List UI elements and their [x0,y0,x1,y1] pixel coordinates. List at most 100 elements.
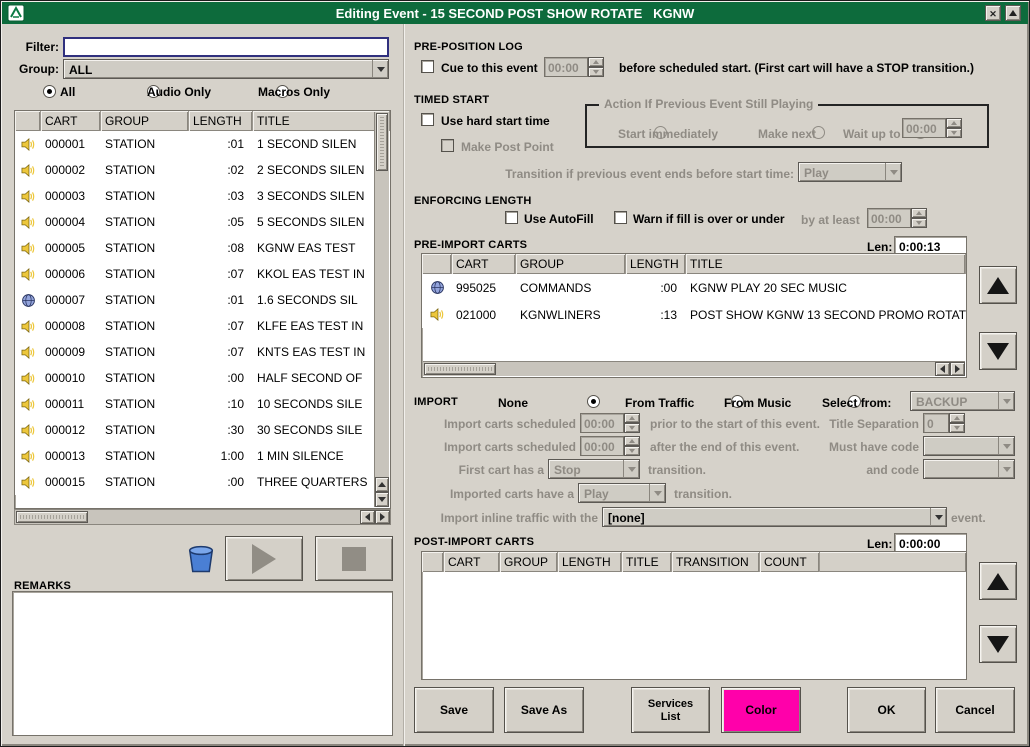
pre-import-move-down-button[interactable] [979,332,1017,370]
scrollbar-track[interactable] [375,172,389,477]
table-row[interactable]: 000015STATION:00THREE QUARTERS [15,469,390,495]
table-row[interactable]: 000005STATION:08KGNW EAS TEST [15,235,390,261]
imported-carts-transition-select[interactable]: Play [578,483,666,503]
scrollbar-track[interactable] [497,362,935,376]
maximize-button[interactable] [1005,5,1021,21]
table-row[interactable]: 995025COMMANDS:00KGNW PLAY 20 SEC MUSIC [422,274,966,301]
column-header[interactable]: GROUP [101,111,189,131]
cue-to-event-checkbox[interactable] [421,60,434,73]
scroll-right-button[interactable] [950,362,965,376]
post-import-move-down-button[interactable] [979,625,1017,663]
select-from-select[interactable]: BACKUP [910,391,1015,411]
must-have-code-select[interactable] [923,436,1015,456]
scroll-down-button[interactable] [375,492,389,507]
column-header[interactable]: CART [41,111,101,131]
scrollbar-thumb[interactable] [16,511,88,523]
column-header[interactable]: TITLE [253,111,390,131]
scrollbar-thumb[interactable] [376,113,388,171]
table-row[interactable]: 000008STATION:07KLFE EAS TEST IN [15,313,390,339]
scrollbar-track[interactable] [89,510,360,524]
table-row[interactable]: 000001STATION:011 SECOND SILEN [15,131,390,157]
column-header[interactable]: TITLE [622,552,672,572]
spin-up-button[interactable] [911,208,927,218]
make-post-point-checkbox[interactable] [441,139,454,152]
table-row[interactable]: 000006STATION:07KKOL EAS TEST IN [15,261,390,287]
pre-import-horizontal-scrollbar[interactable] [423,361,965,376]
spin-up-button[interactable] [946,118,962,128]
table-row[interactable]: 000012STATION:3030 SECONDS SILE [15,417,390,443]
scroll-right-button[interactable] [375,510,390,524]
inline-traffic-select[interactable]: [none] [602,507,947,527]
column-header[interactable]: GROUP [516,254,626,274]
color-button[interactable]: Color [721,687,801,733]
spin-down-button[interactable] [624,423,640,433]
column-header[interactable] [422,254,452,274]
remarks-textarea[interactable] [12,591,393,736]
table-row[interactable]: 000009STATION:07KNTS EAS TEST IN [15,339,390,365]
filter-input[interactable] [63,37,389,57]
services-list-button[interactable]: ServicesList [631,687,710,733]
column-header[interactable]: LENGTH [558,552,622,572]
table-row[interactable]: 021000KGNWLINERS:13POST SHOW KGNW 13 SEC… [422,301,966,328]
spin-up-button[interactable] [624,413,640,423]
table-row[interactable]: 000011STATION:1010 SECONDS SILE [15,391,390,417]
pre-import-move-up-button[interactable] [979,266,1017,304]
column-header[interactable]: CART [444,552,500,572]
table-row[interactable]: 000003STATION:033 SECONDS SILEN [15,183,390,209]
radio-import-none[interactable] [587,395,600,408]
spin-down-button[interactable] [588,67,604,77]
column-header[interactable]: LENGTH [626,254,686,274]
wait-time-spinner[interactable]: 00:00 [902,118,962,138]
column-header[interactable] [422,552,444,572]
first-cart-transition-select[interactable]: Stop [548,459,640,479]
column-header[interactable]: LENGTH [189,111,253,131]
scroll-left-button[interactable] [360,510,375,524]
column-header[interactable]: CART [452,254,516,274]
library-vertical-scrollbar[interactable] [374,112,389,507]
transition-if-previous-select[interactable]: Play [798,162,902,182]
table-row[interactable]: 000004STATION:055 SECONDS SILEN [15,209,390,235]
table-row[interactable]: 000010STATION:00HALF SECOND OF [15,365,390,391]
warn-fill-checkbox[interactable] [614,211,627,224]
save-button[interactable]: Save [414,687,494,733]
title-separation-spinner[interactable]: 0 [923,413,965,433]
table-row[interactable]: 000002STATION:022 SECONDS SILEN [15,157,390,183]
spin-up-button[interactable] [624,436,640,446]
column-header[interactable]: COUNT [760,552,820,572]
column-header[interactable] [15,111,41,131]
cancel-button[interactable]: Cancel [935,687,1015,733]
stop-button[interactable] [315,536,393,581]
and-code-select[interactable] [923,459,1015,479]
group-select[interactable]: ALL [63,59,389,79]
close-button[interactable] [985,5,1001,21]
post-import-move-up-button[interactable] [979,562,1017,600]
column-header[interactable]: TRANSITION [672,552,760,572]
warn-time-spinner[interactable]: 00:00 [867,208,927,228]
play-button[interactable] [225,536,303,581]
spin-up-button[interactable] [949,413,965,423]
post-import-len-field[interactable]: 0:00:00 [894,533,967,552]
library-horizontal-scrollbar[interactable] [14,509,391,525]
ok-button[interactable]: OK [847,687,926,733]
use-autofill-checkbox[interactable] [505,211,518,224]
column-header[interactable]: TITLE [686,254,966,274]
spin-down-button[interactable] [949,423,965,433]
sched-after-spinner[interactable]: 00:00 [580,436,640,456]
titlebar[interactable]: Editing Event - 15 SECOND POST SHOW ROTA… [2,2,1028,24]
column-header[interactable]: GROUP [500,552,558,572]
table-row[interactable]: 000013STATION1:001 MIN SILENCE [15,443,390,469]
scroll-left-button[interactable] [935,362,950,376]
spin-up-button[interactable] [588,57,604,67]
scroll-up-button[interactable] [375,477,389,492]
spin-down-button[interactable] [911,218,927,228]
spin-down-button[interactable] [624,446,640,456]
radio-all[interactable] [43,85,56,98]
table-row[interactable]: 000007STATION:011.6 SECONDS SIL [15,287,390,313]
imported-carts-suffix: transition. [674,487,732,501]
cue-time-spinner[interactable]: 00:00 [544,57,604,77]
save-as-button[interactable]: Save As [504,687,584,733]
sched-prior-spinner[interactable]: 00:00 [580,413,640,433]
use-hard-start-checkbox[interactable] [421,113,434,126]
spin-down-button[interactable] [946,128,962,138]
scrollbar-thumb[interactable] [424,363,496,375]
